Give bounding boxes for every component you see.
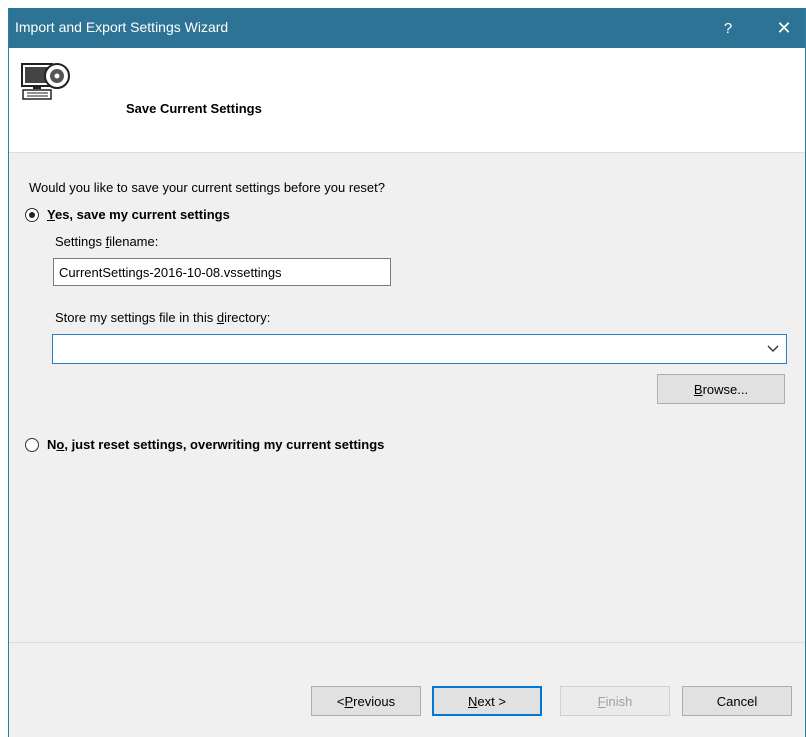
save-settings-label: Yes, save my current settings: [47, 207, 230, 222]
cancel-button[interactable]: Cancel: [682, 686, 792, 716]
footer-divider: [9, 642, 805, 643]
computer-disc-icon: [21, 62, 71, 105]
title-bar: Import and Export Settings Wizard ? ✕: [9, 8, 805, 48]
window-title: Import and Export Settings Wizard: [15, 19, 229, 35]
wizard-window: Import and Export Settings Wizard ? ✕ Sa…: [8, 8, 806, 737]
finish-button[interactable]: Finish: [560, 686, 670, 716]
browse-button[interactable]: Browse...: [657, 374, 785, 404]
previous-button[interactable]: < Previous: [311, 686, 421, 716]
help-button[interactable]: ?: [705, 8, 751, 48]
chevron-down-icon[interactable]: [766, 341, 780, 355]
next-button[interactable]: Next >: [432, 686, 542, 716]
radio-button-selected[interactable]: [25, 207, 39, 222]
close-button[interactable]: ✕: [761, 8, 806, 48]
directory-label: Store my settings file in this directory…: [55, 310, 271, 325]
reset-only-radio[interactable]: No, just reset settings, overwriting my …: [25, 437, 384, 452]
radio-button-unselected[interactable]: [25, 437, 39, 452]
question-text: Would you like to save your current sett…: [29, 180, 386, 195]
filename-label: Settings filename:: [55, 234, 159, 249]
directory-combobox[interactable]: [52, 334, 787, 364]
save-settings-radio[interactable]: Yes, save my current settings: [25, 207, 230, 222]
reset-only-label: No, just reset settings, overwriting my …: [47, 437, 385, 452]
filename-input[interactable]: CurrentSettings-2016-10-08.vssettings: [53, 258, 391, 286]
wizard-header: Save Current Settings: [9, 48, 805, 153]
page-title: Save Current Settings: [126, 101, 262, 116]
